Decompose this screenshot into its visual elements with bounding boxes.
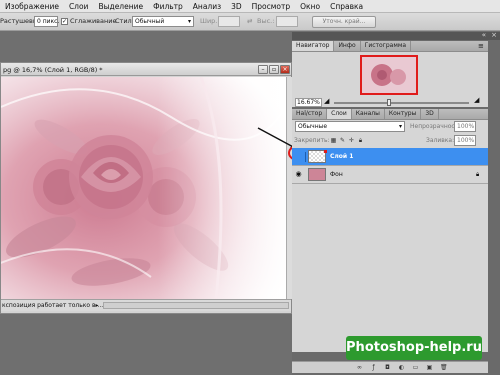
status-bar: кспозиция работает только в ... ▸ xyxy=(1,299,291,311)
lock-all-icon[interactable]: 🔒︎ xyxy=(357,137,364,144)
menu-view[interactable]: Просмотр xyxy=(247,2,296,11)
fill-label: Заливка: xyxy=(426,137,455,144)
document-title: pg @ 16,7% (Слой 1, RGB/8) * xyxy=(3,66,103,74)
layers-footer: ∞ ƒ ◘ ◐ ▭ ▣ 🗑︎ xyxy=(292,361,488,373)
visibility-eye-icon[interactable]: ◉ xyxy=(294,170,303,179)
lock-transparency-icon[interactable]: ▦ xyxy=(330,137,337,144)
layer-row[interactable]: ◉ Фон 🔒︎ xyxy=(292,166,488,184)
style-select-value: Обычный xyxy=(135,18,165,25)
lock-pixels-icon[interactable]: ✎ xyxy=(339,137,346,144)
layer-mask-icon[interactable]: ◘ xyxy=(384,364,391,371)
layer-row[interactable]: Слой 1 xyxy=(292,148,488,166)
height-input[interactable] xyxy=(276,16,298,27)
opacity-input[interactable]: 100% xyxy=(454,121,476,132)
refine-edge-button[interactable]: Уточн. край... xyxy=(312,16,376,28)
menu-image[interactable]: Изображение xyxy=(0,2,64,11)
lock-position-icon[interactable]: ✛ xyxy=(348,137,355,144)
panel-menu-icon[interactable]: ≡ xyxy=(478,42,484,50)
adjustment-layer-icon[interactable]: ◐ xyxy=(398,364,405,371)
dock-header: « × xyxy=(292,31,500,40)
tab-adjustments[interactable]: Наl/стор xyxy=(292,109,328,119)
new-group-icon[interactable]: ▭ xyxy=(412,364,419,371)
layer-thumbnail xyxy=(308,168,326,181)
layer-style-icon[interactable]: ƒ xyxy=(370,364,377,371)
layer-name[interactable]: Слой 1 xyxy=(330,153,353,160)
tab-3d[interactable]: 3D xyxy=(421,109,439,119)
menu-bar: Изображение Слои Выделение Фильтр Анализ… xyxy=(0,0,500,13)
tab-layers[interactable]: Слои xyxy=(327,109,352,119)
navigator-tabs: Навигатор Инфо Гистограмма xyxy=(292,41,488,52)
menu-select[interactable]: Выделение xyxy=(93,2,148,11)
layers-tabs: Наl/стор Слои Каналы Контуры 3D xyxy=(292,109,488,120)
panel-dock: « × Навигатор Инфо Гистограмма ≡ 16.67% … xyxy=(292,31,500,375)
lock-label: Закрепить: xyxy=(294,137,330,144)
restore-icon[interactable]: ▫ xyxy=(269,65,279,74)
zoom-out-icon[interactable]: ◢ xyxy=(324,98,329,105)
navigator-thumbnail xyxy=(362,57,416,93)
tab-info[interactable]: Инфо xyxy=(334,41,361,51)
menu-layers[interactable]: Слои xyxy=(64,2,94,11)
zoom-in-icon[interactable]: ◢ xyxy=(474,97,479,104)
visibility-eye-icon[interactable] xyxy=(294,152,303,161)
document-title-bar[interactable]: pg @ 16,7% (Слой 1, RGB/8) * – ▫ × xyxy=(1,63,291,76)
lock-icon: 🔒︎ xyxy=(476,171,480,178)
status-menu-arrow-icon[interactable]: ▸ xyxy=(93,301,101,310)
swap-icon[interactable]: ⇄ xyxy=(247,17,252,25)
watermark-logo: Photoshop-help.ru xyxy=(346,336,482,360)
new-layer-icon[interactable]: ▣ xyxy=(426,364,433,371)
layers-body: Обычные ▾ Непрозрачность: 100% Закрепить… xyxy=(292,120,488,352)
image-canvas[interactable] xyxy=(1,77,286,299)
blend-mode-select[interactable]: Обычные ▾ xyxy=(295,121,405,132)
zoom-value[interactable]: 16.67% xyxy=(295,98,322,107)
minimize-icon[interactable]: – xyxy=(258,65,268,74)
link-layers-icon[interactable]: ∞ xyxy=(356,364,363,371)
feather-input[interactable]: 0 пикс. xyxy=(34,16,59,27)
fill-input[interactable]: 100% xyxy=(454,135,476,146)
zoom-slider[interactable] xyxy=(334,102,469,104)
chevron-down-icon: ▾ xyxy=(398,123,402,130)
tab-histogram[interactable]: Гистограмма xyxy=(361,41,412,51)
collapse-icon[interactable]: « xyxy=(482,31,486,39)
antialias-checkbox[interactable]: ✓ xyxy=(61,18,68,25)
style-select[interactable]: Обычный ▾ xyxy=(132,16,194,27)
horizontal-scrollbar[interactable] xyxy=(103,302,289,309)
menu-help[interactable]: Справка xyxy=(325,2,368,11)
blend-mode-value: Обычные xyxy=(298,123,328,130)
height-label: Выс.: xyxy=(257,17,275,25)
close-icon[interactable]: × xyxy=(280,65,290,74)
options-bar: Растушевка: 0 пикс. ✓ Сглаживание Стиль:… xyxy=(0,13,500,31)
tab-navigator[interactable]: Навигатор xyxy=(292,41,335,51)
layer-mark xyxy=(324,150,327,153)
menu-window[interactable]: Окно xyxy=(295,2,325,11)
menu-filter[interactable]: Фильтр xyxy=(148,2,188,11)
navigator-preview[interactable] xyxy=(360,55,418,95)
row-divider xyxy=(305,152,306,162)
tab-channels[interactable]: Каналы xyxy=(352,109,385,119)
zoom-slider-handle[interactable] xyxy=(387,99,391,106)
delete-layer-icon[interactable]: 🗑︎ xyxy=(440,364,448,371)
chevron-down-icon: ▾ xyxy=(187,18,191,25)
width-label: Шир.: xyxy=(200,17,220,25)
menu-analysis[interactable]: Анализ xyxy=(188,2,226,11)
document-window: pg @ 16,7% (Слой 1, RGB/8) * – ▫ × кспоз… xyxy=(0,62,292,314)
menu-3d[interactable]: 3D xyxy=(226,2,247,11)
layer-name[interactable]: Фон xyxy=(330,171,343,178)
status-text: кспозиция работает только в ... xyxy=(2,302,104,309)
antialias-label: Сглаживание xyxy=(70,17,117,25)
navigator-body: 16.67% ◢ ◢ xyxy=(292,52,488,107)
width-input[interactable] xyxy=(218,16,240,27)
dock-close-icon[interactable]: × xyxy=(491,31,497,39)
tab-paths[interactable]: Контуры xyxy=(385,109,422,119)
rose-artwork xyxy=(1,77,286,299)
